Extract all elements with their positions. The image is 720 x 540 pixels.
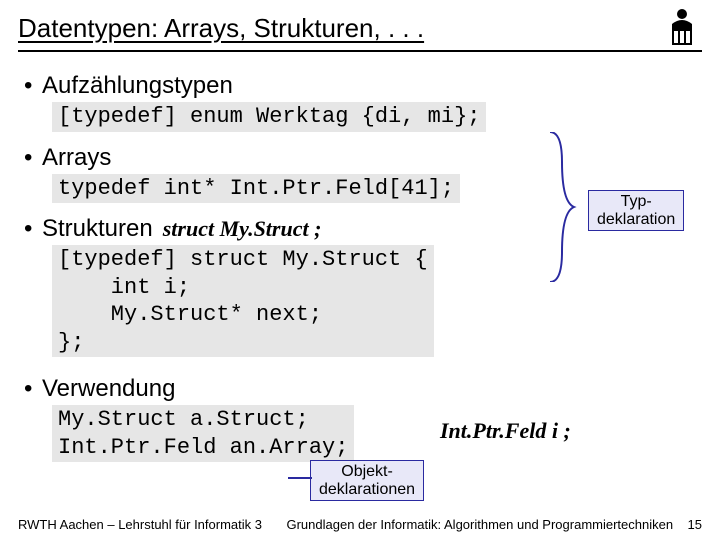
bullet-arrays-label: Arrays: [42, 144, 111, 172]
footer: RWTH Aachen – Lehrstuhl für Informatik 3…: [0, 517, 720, 532]
label-typedecl-l2: deklaration: [597, 211, 675, 228]
footer-page: 15: [688, 517, 702, 532]
code-enum: [typedef] enum Werktag {di, mi};: [52, 102, 486, 132]
label-objdecl-l1: Objekt-: [341, 463, 393, 480]
person-building-icon: [662, 8, 702, 48]
bullet-usage-label: Verwendung: [42, 375, 175, 403]
handwritten-usage: Int.Ptr.Feld i ;: [440, 418, 571, 444]
footer-left: RWTH Aachen – Lehrstuhl für Informatik 3: [18, 517, 262, 532]
bullet-usage: • Verwendung: [24, 375, 696, 403]
code-structs: [typedef] struct My.Struct { int i; My.S…: [52, 245, 434, 357]
label-objdecl: Objekt- deklarationen: [310, 460, 424, 501]
bullet-enum: • Aufzählungstypen: [24, 72, 696, 100]
code-arrays: typedef int* Int.Ptr.Feld[41];: [52, 174, 460, 204]
bullet-enum-label: Aufzählungstypen: [42, 72, 233, 100]
title-divider: [18, 50, 702, 52]
footer-right: Grundlagen der Informatik: Algorithmen u…: [286, 517, 673, 532]
label-typedecl: Typ- deklaration: [588, 190, 684, 231]
label-objdecl-l2: deklarationen: [319, 481, 415, 498]
connector-objdecl: [288, 472, 312, 484]
bullet-structs-label: Strukturen: [42, 215, 153, 243]
bullet-arrays: • Arrays: [24, 144, 696, 172]
code-usage: My.Struct a.Struct; Int.Ptr.Feld an.Arra…: [52, 405, 354, 462]
handwritten-struct: struct My.Struct ;: [163, 216, 322, 242]
brace-typedecl: [540, 132, 580, 282]
page-title: Datentypen: Arrays, Strukturen, . . .: [18, 13, 662, 44]
label-typedecl-l1: Typ-: [621, 193, 652, 210]
